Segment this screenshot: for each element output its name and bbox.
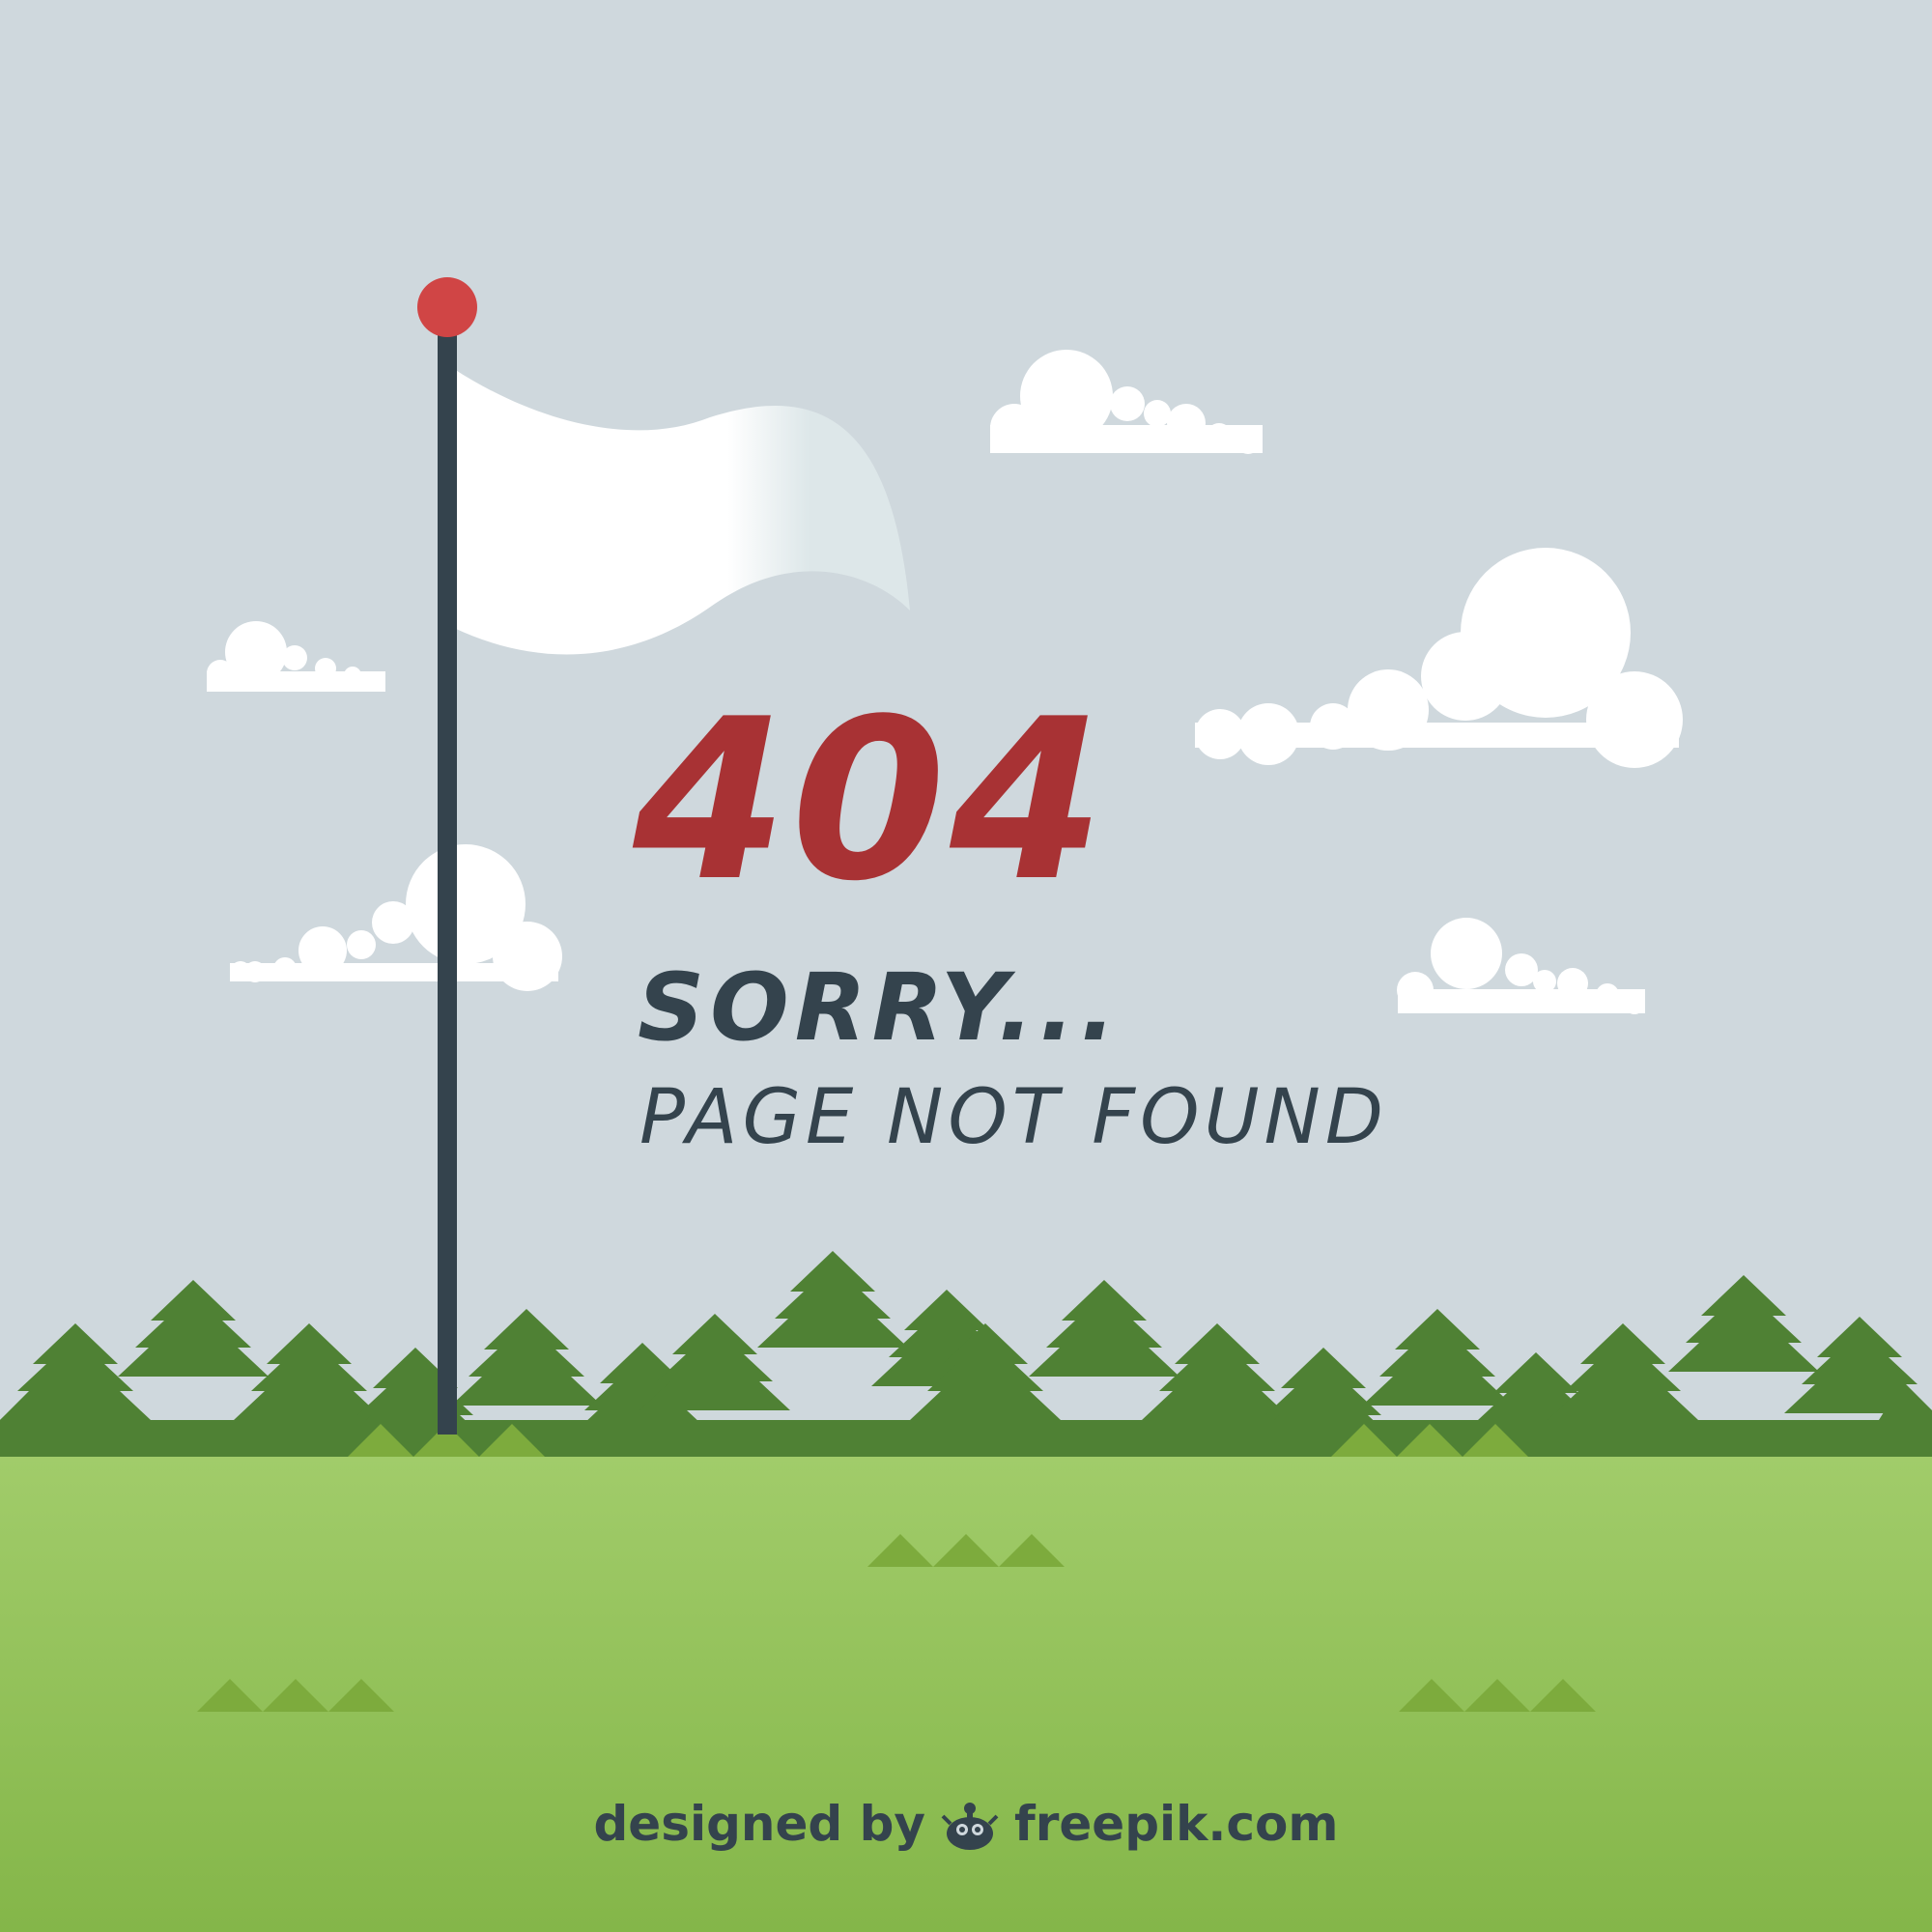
- error-title: SORRY...: [638, 953, 1122, 1062]
- flag-pole: [438, 324, 457, 1435]
- credit-prefix: designed by: [593, 1796, 925, 1852]
- error-code: 404: [633, 672, 1109, 930]
- credit-brand: freepik.com: [1013, 1796, 1339, 1852]
- error-subtitle: PAGE NOT FOUND: [639, 1074, 1388, 1161]
- flag-pole-ball: [417, 277, 477, 337]
- credit-line[interactable]: designed by freepik.com: [0, 1795, 1932, 1853]
- freepik-logo-icon: [941, 1803, 999, 1850]
